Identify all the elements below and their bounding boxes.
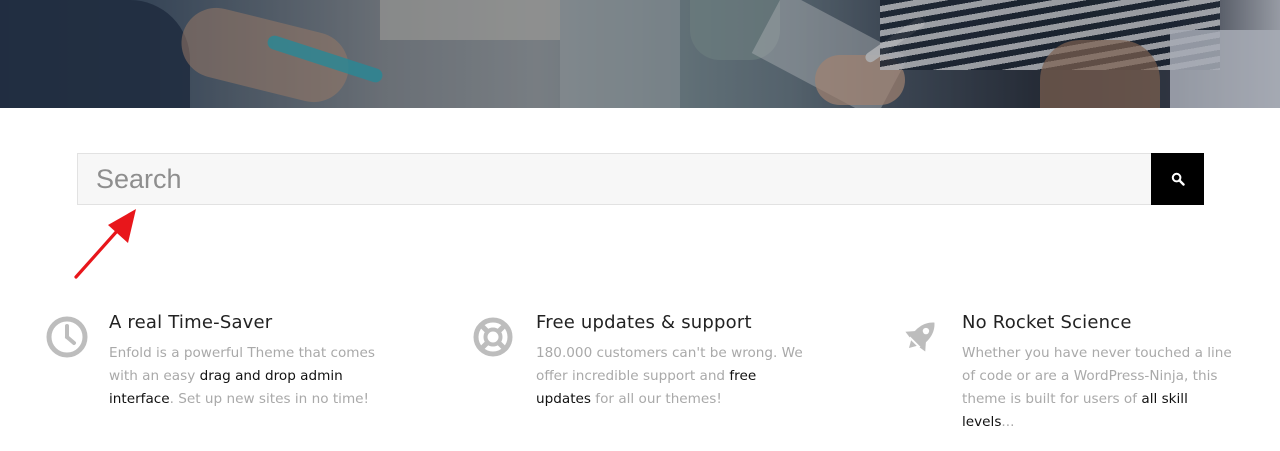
- feature-description: 180.000 customers can't be wrong. We off…: [536, 345, 803, 407]
- search-button[interactable]: [1151, 153, 1204, 205]
- feature-title: A real Time-Saver: [109, 312, 273, 333]
- search-input[interactable]: [77, 153, 1151, 205]
- feature-description: Whether you have never touched a line of…: [962, 345, 1232, 430]
- feature-title: No Rocket Science: [962, 312, 1132, 333]
- lifebuoy-icon: [473, 317, 513, 357]
- rocket-icon: [905, 322, 935, 352]
- search-form: [77, 153, 1204, 205]
- hero-image: [0, 0, 1280, 108]
- annotation-arrow-icon: [74, 209, 136, 279]
- clock-icon: [46, 316, 88, 358]
- feature-description: Enfold is a powerful Theme that comes wi…: [109, 345, 375, 407]
- search-icon: [1171, 172, 1185, 186]
- feature-title: Free updates & support: [536, 312, 752, 333]
